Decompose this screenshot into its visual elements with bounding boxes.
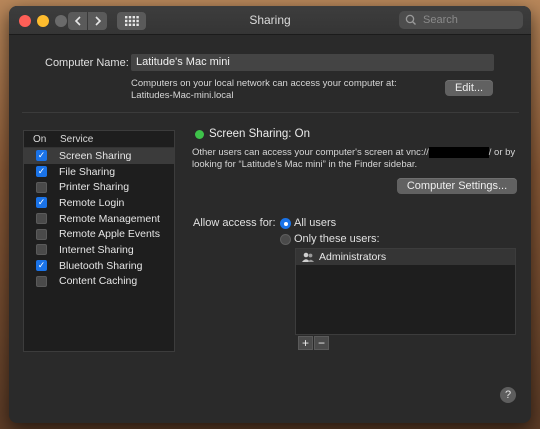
- header-on: On: [33, 133, 47, 145]
- checkbox-wrap: ✓: [24, 166, 59, 178]
- checkbox-wrap: ✓: [24, 197, 59, 209]
- service-label: Internet Sharing: [59, 243, 134, 256]
- service-checkbox[interactable]: [36, 213, 47, 225]
- all-users-label: All users: [294, 217, 337, 229]
- search-placeholder: Search: [423, 14, 458, 26]
- checkbox-wrap: [24, 228, 59, 240]
- screen-sharing-description: Other users can access your computer's s…: [192, 147, 522, 171]
- search-icon: [405, 14, 416, 25]
- list-item[interactable]: Remote Management: [24, 211, 174, 227]
- checkbox-wrap: ✓: [24, 150, 59, 162]
- list-item[interactable]: Internet Sharing: [24, 242, 174, 258]
- desc-part2: / or by: [488, 147, 516, 159]
- services-header: On Service: [24, 131, 174, 148]
- list-item[interactable]: ✓ Screen Sharing: [24, 148, 174, 164]
- status-indicator-icon: [195, 130, 204, 139]
- list-item[interactable]: ✓ File Sharing: [24, 164, 174, 180]
- sharing-window: Sharing Search Computer Name: Latitude's…: [9, 6, 531, 423]
- service-checkbox[interactable]: ✓: [36, 197, 47, 209]
- service-label: File Sharing: [59, 165, 116, 178]
- list-item[interactable]: ✓ Bluetooth Sharing: [24, 258, 174, 274]
- address-note-line2: Latitudes-Mac-mini.local: [131, 90, 234, 101]
- checkbox-wrap: [24, 275, 59, 287]
- title-bar: Sharing Search: [9, 6, 531, 35]
- service-label: Screen Sharing: [59, 149, 132, 162]
- service-checkbox[interactable]: ✓: [36, 260, 47, 272]
- user-group-label: Administrators: [319, 251, 387, 263]
- service-status: Screen Sharing: On: [209, 128, 311, 140]
- only-these-users-label: Only these users:: [294, 233, 380, 245]
- service-checkbox[interactable]: [36, 275, 47, 287]
- list-item[interactable]: Administrators: [296, 249, 515, 265]
- checkbox-wrap: [24, 181, 59, 193]
- computer-address-note: Computers on your local network can acce…: [131, 78, 431, 102]
- remove-user-button[interactable]: −: [314, 336, 329, 350]
- edit-button[interactable]: Edit...: [445, 80, 493, 96]
- desc-part1: Other users can access your computer's s…: [192, 147, 429, 159]
- service-label: Bluetooth Sharing: [59, 259, 143, 272]
- service-checkbox[interactable]: ✓: [36, 150, 47, 162]
- list-item[interactable]: Content Caching: [24, 274, 174, 290]
- only-these-users-radio[interactable]: [280, 234, 291, 245]
- group-icon: [302, 252, 314, 262]
- list-item[interactable]: ✓ Remote Login: [24, 195, 174, 211]
- redacted-address: [428, 147, 489, 158]
- allow-access-label: Allow access for:: [193, 217, 276, 229]
- all-users-radio[interactable]: [280, 218, 291, 229]
- services-rows: ✓ Screen Sharing ✓ File Sharing Printer Shar…: [24, 148, 174, 289]
- service-label: Content Caching: [59, 275, 138, 288]
- services-list: On Service ✓ Screen Sharing ✓ File Sharing P…: [23, 130, 175, 352]
- checkbox-wrap: [24, 213, 59, 225]
- service-label: Printer Sharing: [59, 181, 130, 194]
- computer-name-label: Computer Name:: [45, 57, 129, 69]
- service-label: Remote Management: [59, 212, 160, 225]
- section-divider: [22, 112, 519, 113]
- service-checkbox[interactable]: [36, 228, 47, 240]
- checkbox-wrap: [24, 244, 59, 256]
- checkbox-wrap: ✓: [24, 260, 59, 272]
- list-item[interactable]: Remote Apple Events: [24, 226, 174, 242]
- service-label: Remote Login: [59, 196, 125, 209]
- header-service: Service: [60, 133, 94, 145]
- service-checkbox[interactable]: [36, 181, 47, 193]
- add-user-button[interactable]: +: [298, 336, 313, 350]
- search-field[interactable]: Search: [399, 11, 523, 29]
- address-note-line1: Computers on your local network can acce…: [131, 78, 397, 89]
- computer-settings-button[interactable]: Computer Settings...: [397, 178, 517, 194]
- computer-name-field[interactable]: Latitude's Mac mini: [131, 54, 494, 71]
- service-checkbox[interactable]: ✓: [36, 166, 47, 178]
- help-button[interactable]: ?: [500, 387, 516, 403]
- users-list: Administrators: [295, 248, 516, 335]
- service-label: Remote Apple Events: [59, 228, 160, 241]
- list-item[interactable]: Printer Sharing: [24, 179, 174, 195]
- desc-line2: looking for “Latitude's Mac mini” in the…: [192, 159, 418, 171]
- service-checkbox[interactable]: [36, 244, 47, 256]
